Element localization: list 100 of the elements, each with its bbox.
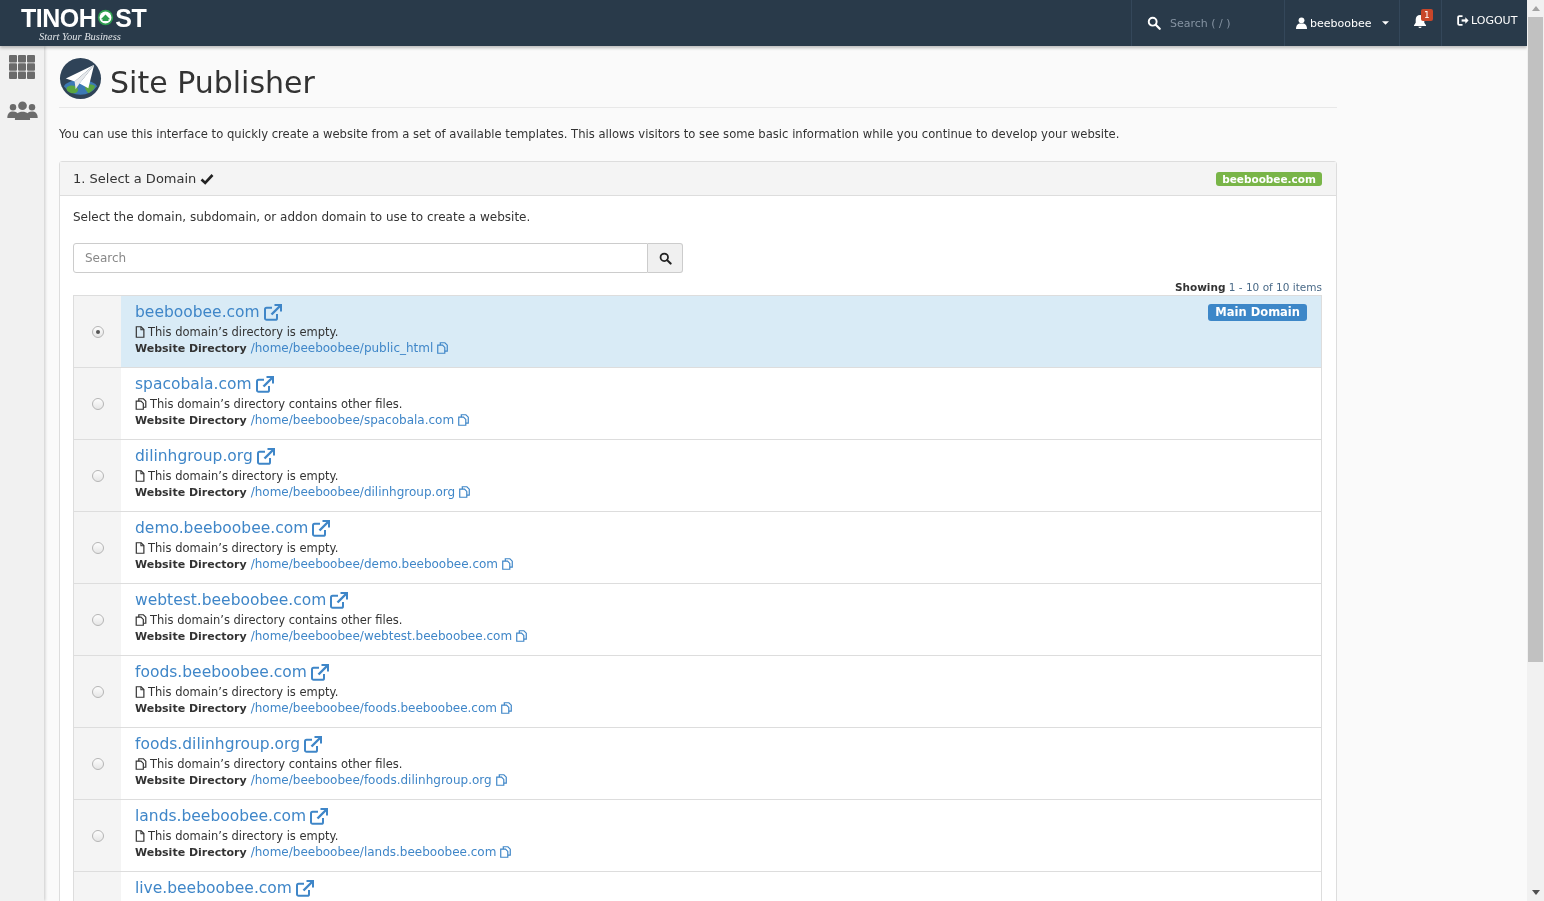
website-directory-label: Website Directory <box>135 772 247 788</box>
file-icon <box>135 830 145 842</box>
directory-status-text: This domain’s directory contains other files. <box>150 756 403 772</box>
copy-icon[interactable] <box>459 486 471 498</box>
directory-status-text: This domain’s directory contains other files. <box>150 396 403 412</box>
external-link-icon[interactable] <box>330 592 349 609</box>
intro-text: You can use this interface to quickly create a website from a set of available templates. This allows visitors to see some basic information while you continue to develop your website. <box>59 126 1121 142</box>
directory-path-link[interactable]: /home/beeboobee/spacobala.com <box>250 412 455 428</box>
scroll-up-arrow-icon[interactable] <box>1531 6 1540 11</box>
main-domain-badge: Main Domain <box>1208 304 1307 321</box>
website-directory-label: Website Directory <box>135 628 247 644</box>
notifications-button[interactable]: 1 <box>1400 0 1442 46</box>
domain-row[interactable]: spacobala.com This domain’s directory contains other files. Website Directory /home/beeboobee/spacobala.com <box>74 368 1321 440</box>
copy-icon[interactable] <box>437 342 449 354</box>
user-menu-button[interactable]: beeboobee <box>1285 0 1400 46</box>
house-icon <box>97 9 115 26</box>
website-directory-label: Website Directory <box>135 700 247 716</box>
domain-row[interactable]: beeboobee.com Main Domain This domain’s directory is empty. Website Directory /home/beeboobee/public_html <box>74 296 1321 368</box>
radio-button[interactable] <box>91 757 104 770</box>
directory-path-link[interactable]: /home/beeboobee/lands.beeboobee.com <box>250 844 497 860</box>
domain-row[interactable]: foods.dilinhgroup.org This domain’s directory contains other files. Website Directory /home/beeboobee/foods.dilinhgroup.org <box>74 728 1321 800</box>
logout-button[interactable]: LOGOUT <box>1442 0 1527 46</box>
directory-path-link[interactable]: /home/beeboobee/dilinhgroup.org <box>250 484 456 500</box>
domain-row[interactable]: demo.beeboobee.com This domain’s directory is empty. Website Directory /home/beeboobee/demo.beeboobee.com <box>74 512 1321 584</box>
users-icon[interactable] <box>6 101 38 120</box>
vertical-scrollbar[interactable] <box>1527 0 1544 901</box>
instruction-text: Select the domain, subdomain, or addon domain to use to create a website. <box>73 209 532 225</box>
external-link-icon[interactable] <box>304 736 323 753</box>
directory-status-text: This domain’s directory is empty. <box>148 324 339 340</box>
search-button[interactable] <box>648 243 683 273</box>
files-icon <box>135 758 147 770</box>
domain-link[interactable]: foods.beeboobee.com <box>135 663 307 682</box>
radio-button[interactable] <box>91 613 104 626</box>
navbar-search-field[interactable]: Search ( / ) <box>1170 14 1270 32</box>
directory-status-text: This domain’s directory contains other files. <box>150 612 403 628</box>
copy-icon[interactable] <box>501 702 512 714</box>
radio-button[interactable] <box>91 541 104 554</box>
notification-count-badge: 1 <box>1421 9 1433 21</box>
domain-link[interactable]: spacobala.com <box>135 375 252 394</box>
user-icon <box>1296 17 1307 29</box>
website-directory-label: Website Directory <box>135 340 247 356</box>
domain-row[interactable]: dilinhgroup.org This domain’s directory is empty. Website Directory /home/beeboobee/dilinhgroup.org <box>74 440 1321 512</box>
website-directory-label: Website Directory <box>135 556 247 572</box>
copy-icon[interactable] <box>502 558 514 570</box>
directory-path-link[interactable]: /home/beeboobee/foods.beeboobee.com <box>250 700 497 716</box>
brand-logo[interactable]: TINOH ST Start Your Business <box>21 4 147 42</box>
file-icon <box>135 470 145 482</box>
external-link-icon[interactable] <box>263 304 282 321</box>
copy-icon[interactable] <box>458 414 470 426</box>
file-icon <box>135 326 145 338</box>
paper-plane-globe-icon <box>59 57 102 100</box>
external-link-icon[interactable] <box>256 448 275 465</box>
showing-label: Showing <box>1174 281 1226 293</box>
step-title: 1. Select a Domain <box>73 171 197 186</box>
external-link-icon[interactable] <box>295 880 314 897</box>
item-range-text: 1 - 10 of 10 items <box>1228 281 1322 293</box>
copy-icon[interactable] <box>495 774 507 786</box>
search-icon <box>658 251 672 265</box>
search-icon <box>1147 16 1161 30</box>
directory-path-link[interactable]: /home/beeboobee/foods.dilinhgroup.org <box>250 772 492 788</box>
domain-link[interactable]: live.beeboobee.com <box>135 879 292 898</box>
file-icon <box>135 686 145 698</box>
external-link-icon[interactable] <box>310 808 329 825</box>
apps-grid-icon[interactable] <box>9 55 35 79</box>
external-link-icon[interactable] <box>312 520 331 537</box>
radio-button[interactable] <box>91 469 104 482</box>
domain-row[interactable]: lands.beeboobee.com This domain’s directory is empty. Website Directory /home/beeboobee/lands.beeboobee.com <box>74 800 1321 872</box>
scrollbar-thumb[interactable] <box>1528 17 1543 662</box>
file-icon <box>135 542 145 554</box>
external-link-icon[interactable] <box>310 664 329 681</box>
logout-icon <box>1457 15 1469 26</box>
domain-link[interactable]: foods.dilinhgroup.org <box>135 735 301 754</box>
domain-row[interactable]: foods.beeboobee.com This domain’s directory is empty. Website Directory /home/beeboobee/foods.beeboobee.com <box>74 656 1321 728</box>
domain-link[interactable]: webtest.beeboobee.com <box>135 591 327 610</box>
domain-link[interactable]: demo.beeboobee.com <box>135 519 309 538</box>
directory-status-text: This domain’s directory is empty. <box>148 468 339 484</box>
radio-button[interactable] <box>91 685 104 698</box>
radio-button[interactable] <box>91 397 104 410</box>
domain-link[interactable]: dilinhgroup.org <box>135 447 253 466</box>
directory-status-text: This domain’s directory is empty. <box>148 540 339 556</box>
copy-icon[interactable] <box>516 630 528 642</box>
selected-domain-badge: beeboobee.com <box>1216 171 1322 186</box>
domain-row[interactable]: webtest.beeboobee.com This domain’s directory contains other files. Website Directory /home/beeboobee/webtest.beeboobee.com <box>74 584 1321 656</box>
domain-link[interactable]: beeboobee.com <box>135 303 260 322</box>
domain-link[interactable]: lands.beeboobee.com <box>135 807 307 826</box>
directory-status-text: This domain’s directory is empty. <box>148 684 339 700</box>
directory-path-link[interactable]: /home/beeboobee/webtest.beeboobee.com <box>250 628 513 644</box>
caret-icon <box>1382 21 1390 25</box>
scroll-down-arrow-icon[interactable] <box>1531 890 1540 895</box>
website-directory-label: Website Directory <box>135 412 247 428</box>
directory-path-link[interactable]: /home/beeboobee/demo.beeboobee.com <box>250 556 499 572</box>
files-icon <box>135 614 147 626</box>
copy-icon[interactable] <box>500 846 512 858</box>
radio-button[interactable] <box>91 325 104 338</box>
radio-button[interactable] <box>91 829 104 842</box>
page-title: Site Publisher <box>110 64 315 102</box>
directory-status-text: This domain’s directory is empty. <box>148 828 339 844</box>
external-link-icon[interactable] <box>255 376 274 393</box>
domain-search-field[interactable]: Search <box>73 243 648 273</box>
directory-path-link[interactable]: /home/beeboobee/public_html <box>250 340 434 356</box>
